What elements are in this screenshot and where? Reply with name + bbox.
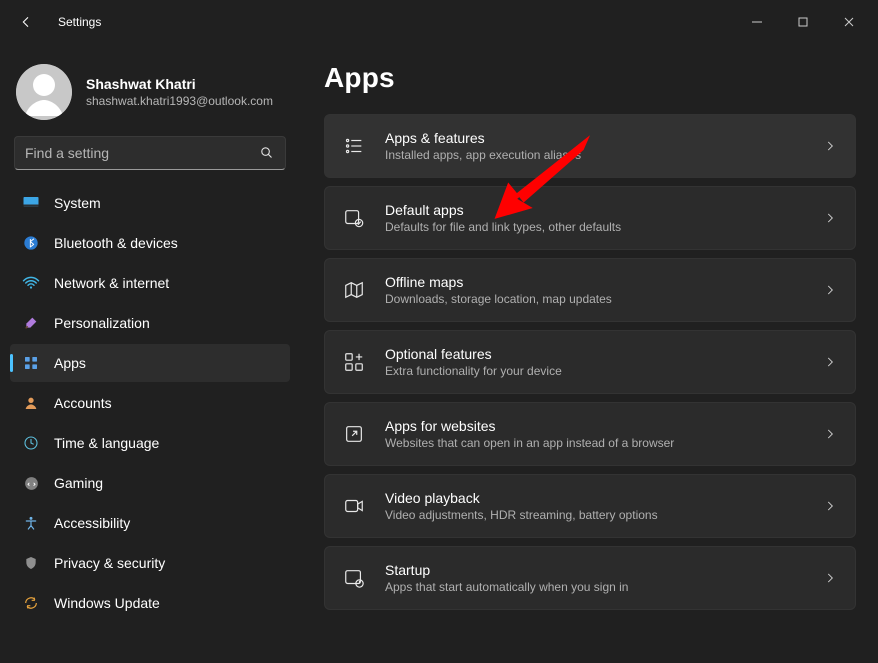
video-icon xyxy=(343,495,365,517)
sidebar-item-apps[interactable]: Apps xyxy=(10,344,290,382)
sidebar-item-system[interactable]: System xyxy=(10,184,290,222)
card-sub: Video adjustments, HDR streaming, batter… xyxy=(385,508,803,522)
accessibility-icon xyxy=(22,514,40,532)
card-title: Apps & features xyxy=(385,130,803,146)
back-button[interactable] xyxy=(16,12,36,32)
system-icon xyxy=(22,194,40,212)
card-startup[interactable]: Startup Apps that start automatically whe… xyxy=(324,546,856,610)
bluetooth-icon xyxy=(22,234,40,252)
gaming-icon xyxy=(22,474,40,492)
card-title: Default apps xyxy=(385,202,803,218)
update-icon xyxy=(22,594,40,612)
search-input[interactable] xyxy=(25,145,259,161)
chevron-right-icon xyxy=(823,211,837,225)
sidebar-item-gaming[interactable]: Gaming xyxy=(10,464,290,502)
nav-label: Apps xyxy=(54,355,86,371)
card-apps-features[interactable]: Apps & features Installed apps, app execu… xyxy=(324,114,856,178)
brush-icon xyxy=(22,314,40,332)
wifi-icon xyxy=(22,274,40,292)
minimize-button[interactable] xyxy=(734,6,780,38)
card-default-apps[interactable]: Default apps Defaults for file and link t… xyxy=(324,186,856,250)
card-optional-features[interactable]: Optional features Extra functionality for… xyxy=(324,330,856,394)
nav-label: Windows Update xyxy=(54,595,160,611)
page-title: Apps xyxy=(324,62,856,94)
card-title: Startup xyxy=(385,562,803,578)
clock-globe-icon xyxy=(22,434,40,452)
nav-list: System Bluetooth & devices Network & int… xyxy=(8,184,292,622)
nav-label: System xyxy=(54,195,101,211)
card-sub: Apps that start automatically when you s… xyxy=(385,580,803,594)
search-icon xyxy=(259,145,275,161)
nav-label: Privacy & security xyxy=(54,555,165,571)
sidebar-item-windows-update[interactable]: Windows Update xyxy=(10,584,290,622)
chevron-right-icon xyxy=(823,355,837,369)
list-icon xyxy=(343,135,365,157)
close-button[interactable] xyxy=(826,6,872,38)
card-title: Apps for websites xyxy=(385,418,803,434)
user-profile[interactable]: Shashwat Khatri shashwat.khatri1993@outl… xyxy=(8,56,292,136)
sidebar-item-network[interactable]: Network & internet xyxy=(10,264,290,302)
sidebar-item-privacy[interactable]: Privacy & security xyxy=(10,544,290,582)
maximize-button[interactable] xyxy=(780,6,826,38)
card-apps-for-websites[interactable]: Apps for websites Websites that can open … xyxy=(324,402,856,466)
chevron-right-icon xyxy=(823,283,837,297)
chevron-right-icon xyxy=(823,427,837,441)
card-title: Offline maps xyxy=(385,274,803,290)
avatar xyxy=(16,64,72,120)
nav-label: Time & language xyxy=(54,435,159,451)
sidebar: Shashwat Khatri shashwat.khatri1993@outl… xyxy=(0,44,300,663)
user-name: Shashwat Khatri xyxy=(86,76,273,92)
nav-label: Network & internet xyxy=(54,275,169,291)
sidebar-item-accessibility[interactable]: Accessibility xyxy=(10,504,290,542)
card-sub: Extra functionality for your device xyxy=(385,364,803,378)
nav-label: Bluetooth & devices xyxy=(54,235,178,251)
nav-label: Accounts xyxy=(54,395,112,411)
sidebar-item-personalization[interactable]: Personalization xyxy=(10,304,290,342)
sidebar-item-time[interactable]: Time & language xyxy=(10,424,290,462)
chevron-right-icon xyxy=(823,139,837,153)
main-content: Apps Apps & features Installed apps, app … xyxy=(300,44,878,663)
sidebar-item-bluetooth[interactable]: Bluetooth & devices xyxy=(10,224,290,262)
card-video-playback[interactable]: Video playback Video adjustments, HDR str… xyxy=(324,474,856,538)
card-offline-maps[interactable]: Offline maps Downloads, storage location,… xyxy=(324,258,856,322)
window-controls xyxy=(734,6,872,38)
card-title: Optional features xyxy=(385,346,803,362)
card-sub: Installed apps, app execution aliases xyxy=(385,148,803,162)
nav-label: Accessibility xyxy=(54,515,130,531)
person-icon xyxy=(22,394,40,412)
open-external-icon xyxy=(343,423,365,445)
sidebar-item-accounts[interactable]: Accounts xyxy=(10,384,290,422)
grid-plus-icon xyxy=(343,351,365,373)
apps-icon xyxy=(22,354,40,372)
nav-label: Personalization xyxy=(54,315,150,331)
startup-icon xyxy=(343,567,365,589)
nav-label: Gaming xyxy=(54,475,103,491)
card-sub: Downloads, storage location, map updates xyxy=(385,292,803,306)
shield-icon xyxy=(22,554,40,572)
user-email: shashwat.khatri1993@outlook.com xyxy=(86,94,273,108)
card-title: Video playback xyxy=(385,490,803,506)
default-apps-icon xyxy=(343,207,365,229)
chevron-right-icon xyxy=(823,571,837,585)
card-sub: Defaults for file and link types, other … xyxy=(385,220,803,234)
search-input-wrap[interactable] xyxy=(14,136,286,170)
card-sub: Websites that can open in an app instead… xyxy=(385,436,803,450)
window-title: Settings xyxy=(58,15,101,29)
map-icon xyxy=(343,279,365,301)
chevron-right-icon xyxy=(823,499,837,513)
titlebar: Settings xyxy=(0,0,878,44)
